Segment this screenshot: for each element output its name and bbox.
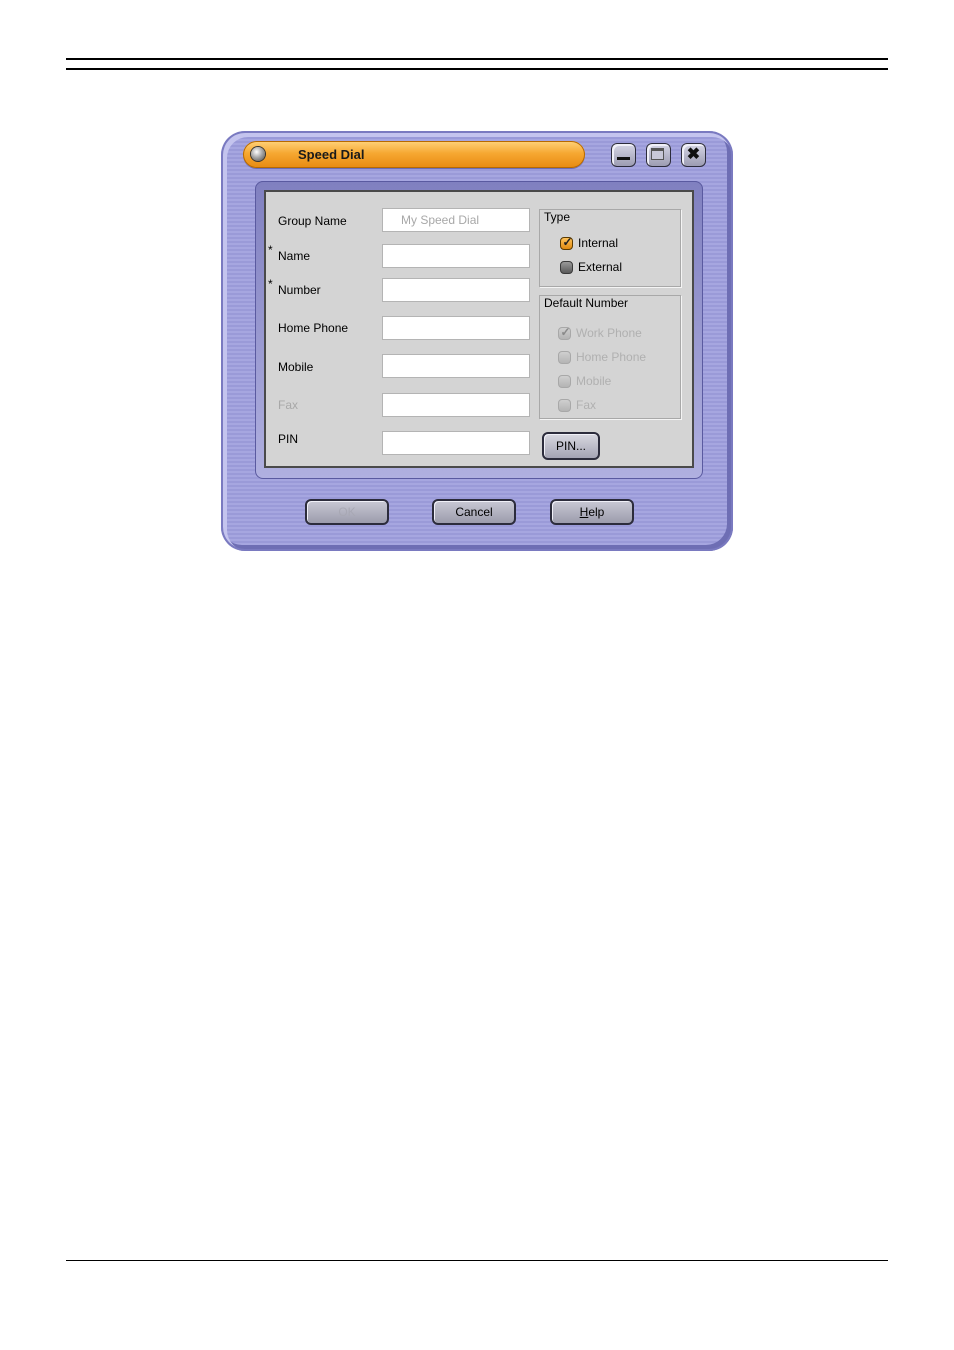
- minimize-button[interactable]: [611, 143, 636, 167]
- form-panel: Group Name * Name * Number Home Phone Mo…: [264, 190, 694, 468]
- mobile-label: Mobile: [278, 360, 314, 374]
- home-phone-label: Home Phone: [278, 321, 349, 335]
- minimize-icon: [617, 157, 630, 160]
- fax-label: Fax: [278, 398, 299, 412]
- maximize-icon: [651, 148, 664, 160]
- title-led-icon: [251, 147, 265, 161]
- close-button[interactable]: ✖: [681, 143, 706, 167]
- mobile-field[interactable]: [382, 354, 530, 378]
- help-button[interactable]: Help: [550, 499, 634, 525]
- checkbox-unchecked-disabled-icon: [558, 375, 571, 388]
- name-field[interactable]: [382, 244, 530, 268]
- default-number-group: Default Number ✓ Work Phone Home Phone M…: [539, 295, 681, 419]
- name-label: Name: [278, 249, 311, 263]
- group-name-label: Group Name: [278, 214, 347, 228]
- speed-dial-window: Speed Dial ✖ Group Name * Name * Number …: [221, 131, 733, 551]
- maximize-button[interactable]: [646, 143, 671, 167]
- checkbox-unchecked-disabled-icon: [558, 351, 571, 364]
- group-name-field[interactable]: My Speed Dial: [382, 208, 530, 232]
- number-label: Number: [278, 283, 321, 297]
- close-icon: ✖: [686, 146, 701, 163]
- default-work-phone-option[interactable]: ✓ Work Phone: [558, 325, 674, 342]
- type-external-label: External: [578, 260, 623, 274]
- default-home-phone-option[interactable]: Home Phone: [558, 350, 674, 366]
- number-field[interactable]: [382, 278, 530, 302]
- checkbox-unchecked-icon: [560, 261, 573, 274]
- cancel-button[interactable]: Cancel: [432, 499, 516, 525]
- window-title: Speed Dial: [298, 147, 365, 162]
- default-fax-label: Fax: [576, 398, 597, 412]
- default-home-phone-label: Home Phone: [576, 350, 647, 364]
- default-mobile-label: Mobile: [576, 374, 612, 388]
- type-internal-option[interactable]: ✓ Internal: [560, 235, 670, 252]
- checkbox-unchecked-disabled-icon: [558, 399, 571, 412]
- default-mobile-option[interactable]: Mobile: [558, 374, 674, 390]
- pin-label: PIN: [278, 432, 299, 446]
- checkbox-checked-disabled-icon: ✓: [558, 325, 571, 340]
- pin-button[interactable]: PIN...: [542, 432, 600, 460]
- header-rule-bottom: [66, 68, 888, 70]
- type-internal-label: Internal: [578, 236, 619, 250]
- home-phone-field[interactable]: [382, 316, 530, 340]
- pin-field[interactable]: [382, 431, 530, 455]
- type-external-option[interactable]: External: [560, 260, 670, 276]
- title-bar[interactable]: Speed Dial: [243, 141, 585, 168]
- ok-button[interactable]: OK: [305, 499, 389, 525]
- fax-field[interactable]: [382, 393, 530, 417]
- default-number-group-title: Default Number: [544, 296, 629, 310]
- number-required-mark: *: [268, 277, 273, 291]
- type-group: Type ✓ Internal External: [539, 209, 681, 287]
- header-rule-top: [66, 58, 888, 60]
- checkbox-checked-icon: ✓: [560, 235, 573, 250]
- name-required-mark: *: [268, 243, 273, 257]
- footer-rule: [66, 1260, 888, 1261]
- default-fax-option[interactable]: Fax: [558, 398, 674, 414]
- default-work-phone-label: Work Phone: [576, 326, 642, 340]
- type-group-title: Type: [544, 210, 571, 224]
